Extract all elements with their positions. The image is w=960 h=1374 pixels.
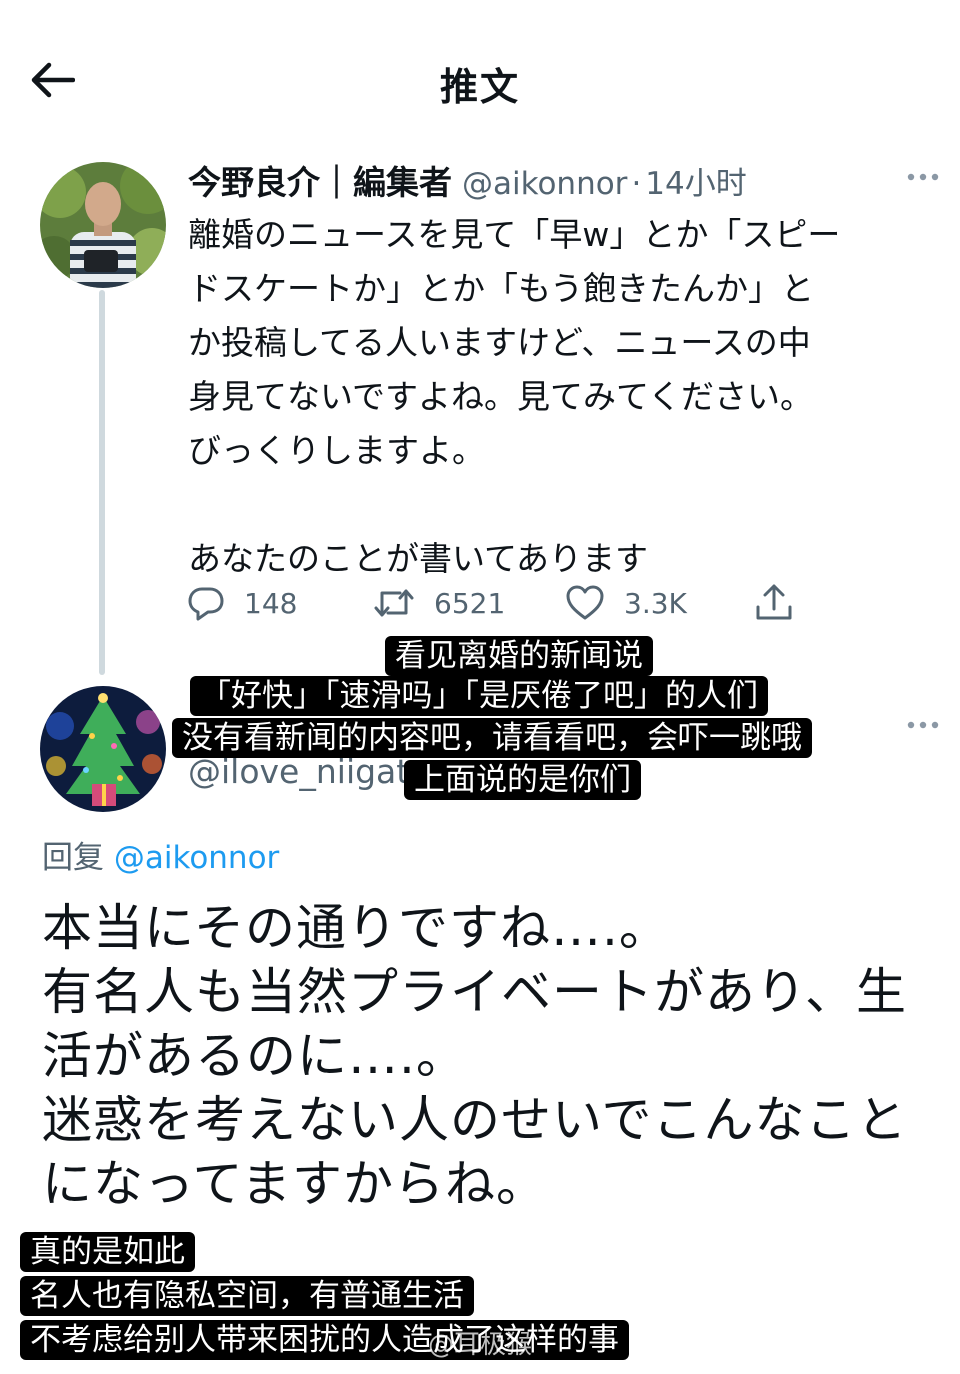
tweet-text-line: あなたのことが書いてあります [188,539,649,578]
reply-button[interactable]: 148 [186,578,297,628]
translation-caption: 上面说的是你们 [404,760,641,800]
translation-caption: 「好快」「速滑吗」「是厌倦了吧」的人们 [190,676,768,716]
reply-text: 本当にその通りですね….。 有名人も当然プライベートがあり、生 活があるのに….… [42,896,942,1216]
thread-connector-line [99,290,105,675]
share-icon [756,584,792,620]
more-icon [907,173,939,181]
author-handle[interactable]: @aikonnor [462,166,627,202]
tweet-text-line: 身見てないですよね。見てみてください。 [188,377,814,416]
reply-count: 148 [244,586,298,620]
translation-caption: 不考虑给别人带来困扰的人造成了这样的事 [20,1320,629,1360]
reply-author-avatar[interactable] [40,686,166,812]
reply-avatar-image [40,686,166,812]
tweet-text-line: びっくりしますよ。 [188,431,485,470]
reply-text-line: になってますからね。 [42,1155,547,1213]
tweet-text-line: 離婚のニュースを見て「早w」とか「スピー [188,215,841,254]
like-count: 3.3K [624,586,687,620]
retweet-icon [374,589,414,617]
like-button[interactable]: 3.3K [564,578,687,628]
tweet-text-line: ドスケートか」とか「もう飽きたんか」と [188,269,815,308]
separator-dot: · [631,166,642,202]
reply-text-line: 有名人も当然プライベートがあり、生 [42,963,907,1021]
author-avatar-image [40,162,166,288]
tweet-text-line: か投稿してる人いますけど、ニュースの中 [188,323,811,362]
reply-more-options-button[interactable] [905,710,941,740]
author-name[interactable]: 今野良介｜編集者 [188,156,452,204]
share-button[interactable] [752,578,796,628]
retweet-button[interactable]: 6521 [372,578,505,628]
like-icon [566,585,604,620]
reply-icon [188,587,224,621]
translation-caption: 名人也有隐私空间，有普通生活 [20,1276,474,1316]
replying-to-prefix: 回复 [42,840,104,876]
tweet-timestamp[interactable]: 14小时 [645,158,746,203]
reply-text-line: 活があるのに….。 [42,1027,467,1085]
author-avatar[interactable] [40,162,166,288]
page-title: 推文 [439,65,520,109]
replying-to: 回复 @aikonnor [42,832,279,877]
translation-caption: 真的是如此 [20,1232,195,1272]
tweet-text: 離婚のニュースを見て「早w」とか「スピー ドスケートか」とか「もう飽きたんか」と… [188,208,928,586]
translation-caption: 没有看新闻的内容吧，请看看吧，会吓一跳哦 [172,718,812,758]
translation-caption: 看见离婚的新闻说 [385,636,653,676]
replying-to-handle-link[interactable]: @aikonnor [114,840,279,876]
weibo-watermark: @耳极猴 [428,1330,533,1360]
retweet-count: 6521 [434,586,506,620]
tweet-header: 今野良介｜編集者 @aikonnor · 14小时 [188,156,747,202]
more-icon [907,721,939,729]
more-options-button[interactable] [905,162,941,192]
reply-text-line: 迷惑を考えない人のせいでこんなこと [42,1091,908,1149]
reply-text-line: 本当にその通りですね….。 [42,899,670,957]
